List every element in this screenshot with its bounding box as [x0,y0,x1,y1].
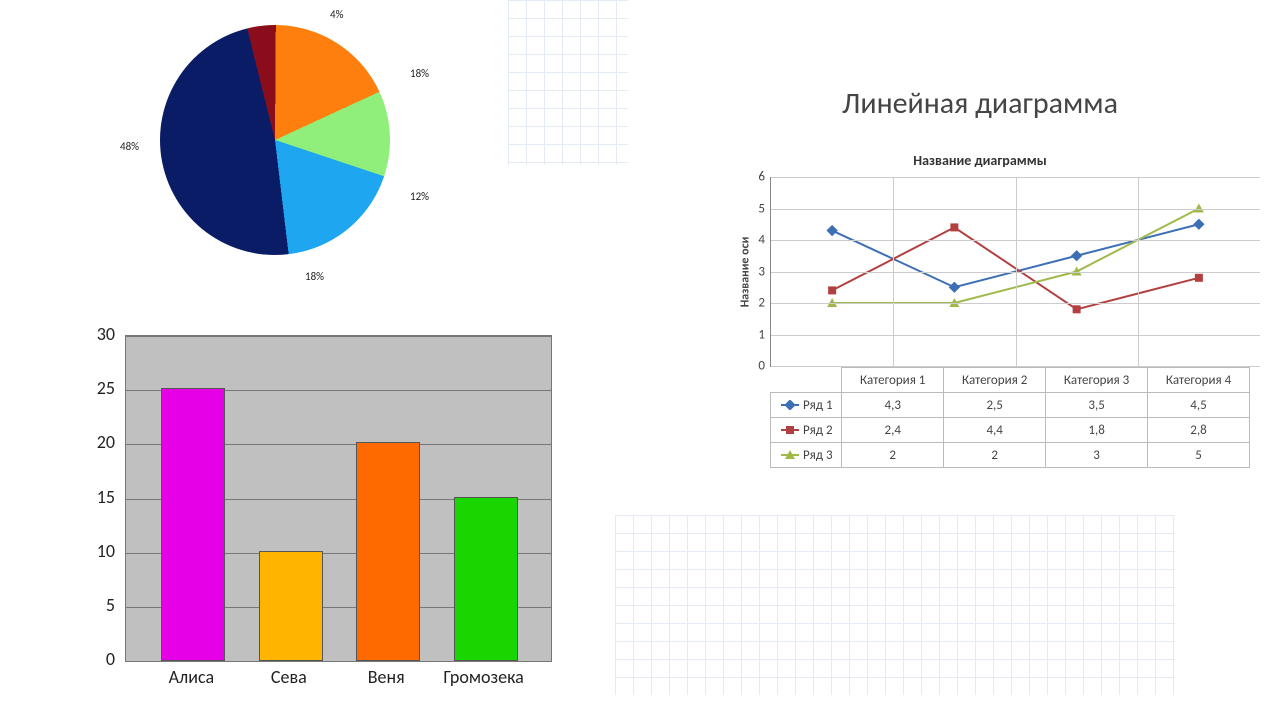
line-chart-title: Название диаграммы [700,152,1260,169]
bar-chart: 051015202530АлисаСеваВеняГромозека [70,335,565,700]
line-chart: Линейная диаграмма Название диаграммы На… [700,85,1260,465]
line-legend-cell: Ряд 3 [771,443,842,468]
line-data-cell: 2,5 [944,393,1046,418]
line-data-cell: 2,4 [842,418,944,443]
line-category-header: Категория 1 [842,368,944,393]
line-data-cell: 2 [944,443,1046,468]
bar-plot-area [125,335,552,662]
bar-xtick: Веня [336,666,436,688]
pie-chart: 4% 18% 12% 18% 48% [105,15,445,335]
pie-slice-label: 4% [330,8,343,21]
bar-xtick: Алиса [141,666,241,688]
line-plot-area [770,177,1260,367]
line-category-header: Категория 4 [1148,368,1250,393]
bar-xtick: Громозека [434,666,534,688]
bar-ytick: 15 [70,486,115,508]
line-data-cell: 1,8 [1046,418,1148,443]
bar-ytick: 30 [70,323,115,345]
bar-ytick: 25 [70,377,115,399]
bar [259,551,323,661]
line-data-table: Категория 1Категория 2Категория 3Категор… [770,367,1250,468]
line-data-cell: 4,3 [842,393,944,418]
line-category-header: Категория 3 [1046,368,1148,393]
line-data-cell: 4,5 [1148,393,1250,418]
line-ytick: 0 [740,359,765,374]
bar-ytick: 0 [70,648,115,670]
line-ytick: 1 [740,327,765,342]
bar [161,388,225,661]
line-chart-heading: Линейная диаграмма [700,85,1260,122]
bar [356,442,420,661]
bar-xtick: Сева [239,666,339,688]
pie-slice-label: 12% [410,190,429,203]
bar [454,497,518,662]
line-category-header: Категория 2 [944,368,1046,393]
pie-slice-label: 48% [120,140,139,153]
line-ytick: 6 [740,170,765,185]
line-data-cell: 5 [1148,443,1250,468]
line-legend-cell: Ряд 1 [771,393,842,418]
pie-slice-label: 18% [305,270,324,283]
line-ytick: 4 [740,233,765,248]
line-data-cell: 3 [1046,443,1148,468]
line-data-cell: 4,4 [944,418,1046,443]
bar-ytick: 20 [70,431,115,453]
pie-circle [160,25,390,255]
line-ytick: 2 [740,296,765,311]
line-data-cell: 3,5 [1046,393,1148,418]
graph-paper [615,515,1175,695]
line-data-cell: 2,8 [1148,418,1250,443]
line-ytick: 3 [740,264,765,279]
pie-slice-label: 18% [410,67,429,80]
bar-ytick: 10 [70,540,115,562]
bar-ytick: 5 [70,594,115,616]
line-data-cell: 2 [842,443,944,468]
line-ytick: 5 [740,201,765,216]
line-legend-cell: Ряд 2 [771,418,842,443]
graph-paper [508,0,628,165]
